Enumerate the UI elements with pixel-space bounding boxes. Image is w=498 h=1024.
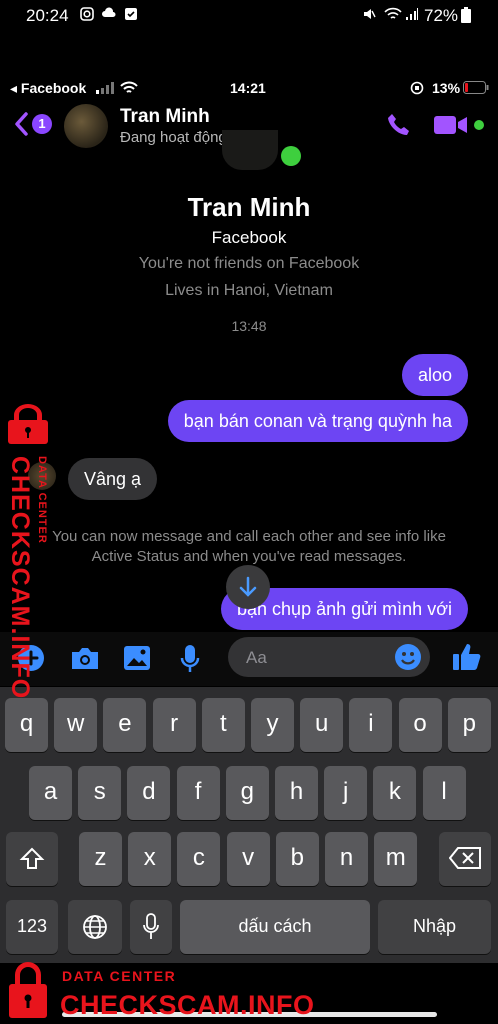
android-status-bar: 20:24 72% <box>0 0 498 30</box>
key-j[interactable]: j <box>324 766 368 820</box>
watermark-lock-icon <box>8 404 48 444</box>
instagram-icon <box>80 7 94 21</box>
backspace-icon <box>449 847 481 869</box>
ios-wifi-icon <box>120 81 138 93</box>
battery-icon <box>461 7 471 23</box>
android-battery-percent: 72% <box>424 6 459 25</box>
key-w[interactable]: w <box>54 698 98 752</box>
checkbox-notification-icon <box>125 8 137 20</box>
shift-key[interactable] <box>6 832 58 886</box>
key-a[interactable]: a <box>29 766 72 820</box>
numbers-key[interactable]: 123 <box>6 900 58 954</box>
ios-status-bar: ◂ Facebook 14:21 13% <box>0 78 498 98</box>
key-v[interactable]: v <box>226 832 270 886</box>
mute-icon <box>364 9 376 19</box>
thumbs-up-icon[interactable] <box>452 642 482 672</box>
message-input-wrapper <box>228 637 430 677</box>
ios-signal-icon <box>96 82 114 94</box>
online-indicator <box>474 120 484 130</box>
contact-avatar[interactable] <box>64 104 108 148</box>
watermark-tag: DATA CENTER <box>62 968 177 984</box>
wifi-icon <box>384 7 402 19</box>
video-call-icon[interactable] <box>434 114 470 136</box>
signal-icon <box>406 8 418 20</box>
dictation-key[interactable] <box>130 900 172 954</box>
key-h[interactable]: h <box>275 766 318 820</box>
friend-status-note: You're not friends on Facebook <box>138 255 360 272</box>
key-u[interactable]: u <box>300 698 344 752</box>
key-s[interactable]: s <box>78 766 122 820</box>
received-message-bubble[interactable]: Vâng ạ <box>68 458 158 500</box>
message-input[interactable] <box>244 646 398 670</box>
watermark-tag-vertical: DATA CENTER <box>36 456 48 544</box>
cloud-download-icon <box>102 7 116 17</box>
key-y[interactable]: y <box>251 698 294 752</box>
location-note: Lives in Hanoi, Vietnam <box>165 282 333 299</box>
key-n[interactable]: n <box>325 832 368 886</box>
watermark-brand: CHECKSCAM.INFO <box>60 990 315 1020</box>
ios-clock: 14:21 <box>230 80 266 96</box>
key-q[interactable]: q <box>5 698 48 752</box>
active-status: Đang hoạt động <box>120 129 227 146</box>
contact-name[interactable]: Tran Minh <box>120 106 210 128</box>
key-b[interactable]: b <box>275 832 319 886</box>
android-clock: 20:24 <box>26 6 69 25</box>
profile-photo <box>222 130 278 170</box>
profile-source: Facebook <box>211 228 287 247</box>
backspace-key[interactable] <box>439 832 491 886</box>
key-e[interactable]: e <box>103 698 147 752</box>
microphone-icon[interactable] <box>180 644 200 674</box>
back-chevron-icon[interactable] <box>14 112 28 136</box>
dictation-mic-icon <box>143 913 159 939</box>
key-i[interactable]: i <box>349 698 393 752</box>
camera-icon[interactable] <box>70 646 100 670</box>
key-t[interactable]: t <box>201 698 245 752</box>
system-message-line: You can now message and call each other … <box>52 528 446 545</box>
return-key[interactable]: Nhập <box>378 900 491 954</box>
sent-message-bubble[interactable]: aloo <box>401 354 468 396</box>
key-c[interactable]: c <box>177 832 221 886</box>
watermark-lock-icon <box>9 962 47 1018</box>
phone-call-icon[interactable] <box>386 112 412 138</box>
arrow-down-icon <box>239 576 257 597</box>
gallery-icon[interactable] <box>123 645 151 671</box>
message-timestamp: 13:48 <box>231 318 267 334</box>
profile-name: Tran Minh <box>187 192 311 222</box>
watermark-brand-vertical: CHECKSCAM.INFO <box>6 456 34 700</box>
space-key[interactable]: dấu cách <box>180 900 370 954</box>
scroll-to-bottom-button[interactable] <box>226 565 270 609</box>
key-k[interactable]: k <box>373 766 417 820</box>
key-x[interactable]: x <box>128 832 172 886</box>
key-l[interactable]: l <box>422 766 466 820</box>
key-f[interactable]: f <box>176 766 220 820</box>
shift-icon <box>19 847 45 869</box>
globe-icon <box>83 915 107 939</box>
key-p[interactable]: p <box>447 698 491 752</box>
key-m[interactable]: m <box>374 832 418 886</box>
key-z[interactable]: z <box>79 832 122 886</box>
key-d[interactable]: d <box>127 766 171 820</box>
unread-badge[interactable]: 1 <box>32 114 52 134</box>
rotation-lock-icon <box>410 81 424 95</box>
emoji-icon[interactable] <box>394 643 422 671</box>
key-o[interactable]: o <box>398 698 442 752</box>
profile-online-dot <box>281 146 301 166</box>
key-r[interactable]: r <box>152 698 196 752</box>
key-g[interactable]: g <box>225 766 269 820</box>
ios-carrier: ◂ Facebook <box>10 80 87 96</box>
sent-message-bubble[interactable]: bạn bán conan và trạng quỳnh ha <box>167 400 468 442</box>
ios-battery-percent: 13% <box>432 80 461 96</box>
ios-battery-icon <box>463 81 489 94</box>
globe-key[interactable] <box>68 900 122 954</box>
